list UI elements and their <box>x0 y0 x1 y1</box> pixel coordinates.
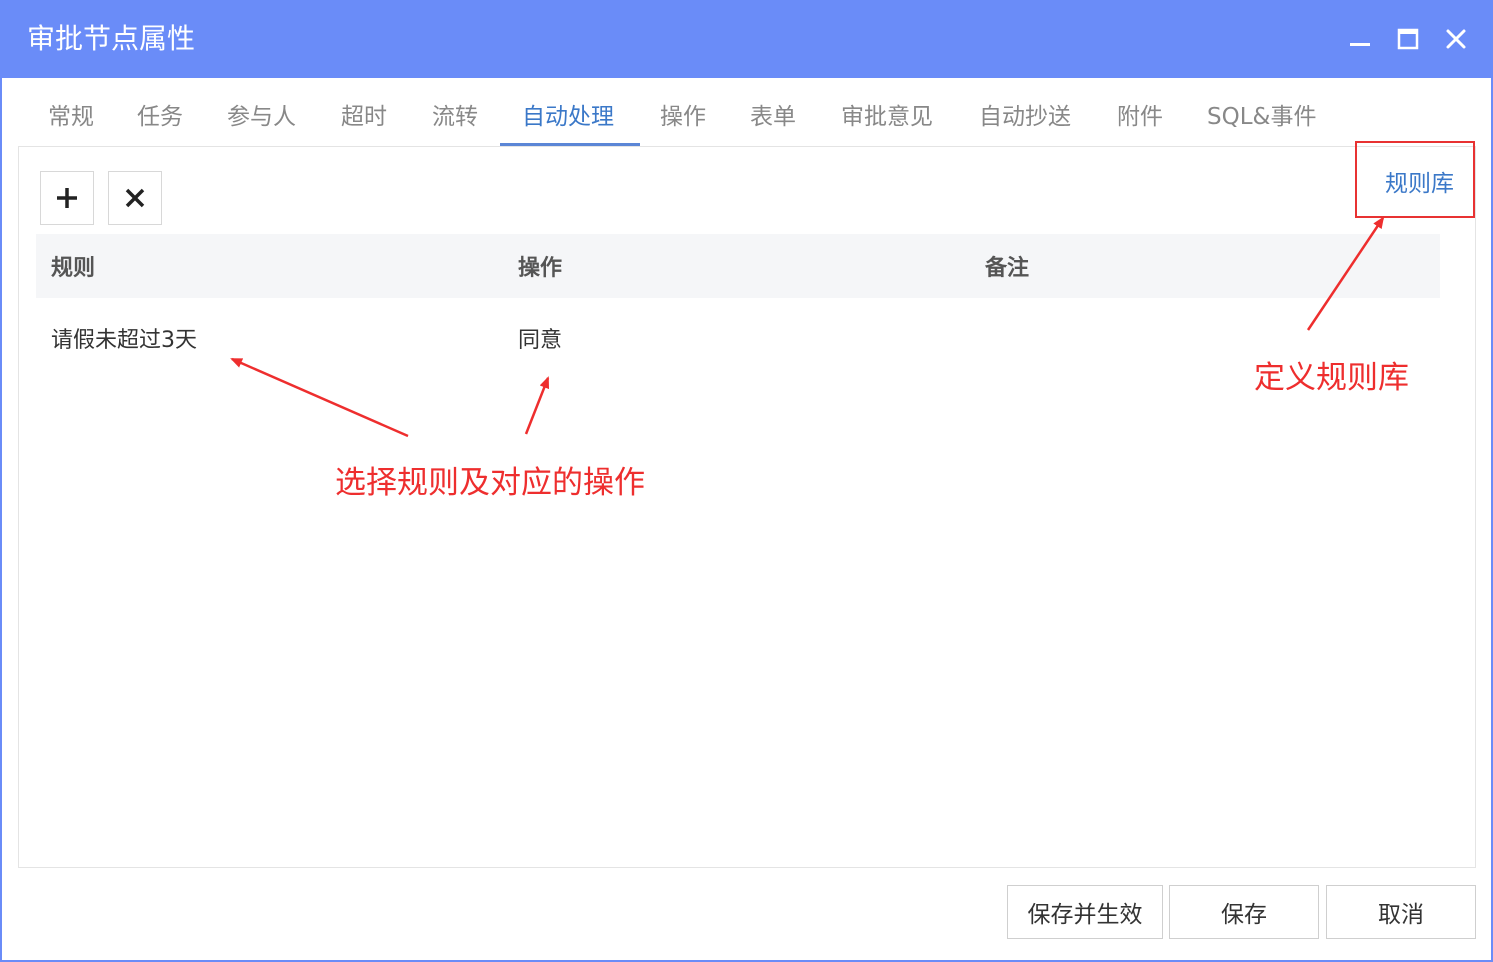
annotation-select-rule: 选择规则及对应的操作 <box>335 465 645 501</box>
tab-approval-opinion[interactable]: 审批意见 <box>841 92 933 147</box>
annotation-define-library: 定义规则库 <box>1254 360 1409 396</box>
cell-rule[interactable]: 请假未超过3天 <box>51 325 197 357</box>
minimize-button[interactable] <box>1343 22 1377 56</box>
tab-auto-process[interactable]: 自动处理 <box>522 92 614 147</box>
tab-auto-cc[interactable]: 自动抄送 <box>979 92 1071 147</box>
column-header-rule: 规则 <box>51 256 96 281</box>
tab-sql-events[interactable]: SQL&事件 <box>1207 92 1316 147</box>
tab-timeout[interactable]: 超时 <box>341 92 387 147</box>
close-window-button[interactable] <box>1439 22 1473 56</box>
window-title: 审批节点属性 <box>27 22 196 55</box>
column-header-action: 操作 <box>518 256 563 281</box>
tab-general[interactable]: 常规 <box>48 92 94 147</box>
table-header <box>36 234 1440 298</box>
tab-task[interactable]: 任务 <box>137 92 183 147</box>
add-rule-button[interactable] <box>40 171 94 225</box>
minimize-icon <box>1350 43 1370 46</box>
tab-participants[interactable]: 参与人 <box>227 92 296 147</box>
title-bar <box>0 0 1493 78</box>
tab-flow[interactable]: 流转 <box>432 92 478 147</box>
maximize-button[interactable] <box>1391 22 1425 56</box>
save-button[interactable]: 保存 <box>1169 885 1319 939</box>
save-and-apply-button[interactable]: 保存并生效 <box>1007 885 1163 939</box>
close-icon <box>1446 29 1466 49</box>
tab-attachment[interactable]: 附件 <box>1117 92 1163 147</box>
tab-operation[interactable]: 操作 <box>660 92 706 147</box>
cell-action[interactable]: 同意 <box>518 325 562 357</box>
tab-form[interactable]: 表单 <box>750 92 796 147</box>
plus-icon <box>57 188 77 208</box>
cancel-button[interactable]: 取消 <box>1326 885 1476 939</box>
maximize-icon <box>1397 28 1419 50</box>
delete-rule-button[interactable] <box>108 171 162 225</box>
close-icon <box>125 188 145 208</box>
column-header-note: 备注 <box>985 256 1030 281</box>
rule-library-link[interactable]: 规则库 <box>1385 168 1454 200</box>
